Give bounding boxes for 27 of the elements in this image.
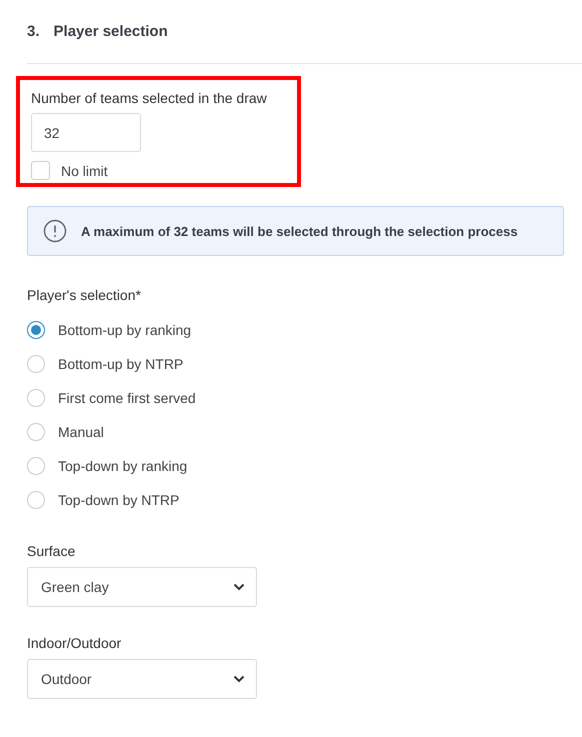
- radio-label: Manual: [58, 424, 104, 440]
- field-label: Surface: [27, 543, 76, 559]
- checkbox-label: No limit: [61, 162, 108, 178]
- radio-button[interactable]: [27, 355, 45, 373]
- dropdown[interactable]: Green clay: [27, 567, 257, 607]
- dropdown[interactable]: Outdoor: [27, 659, 257, 699]
- input-field[interactable]: 32: [31, 113, 141, 152]
- info-text: A maximum of 32 teams will be selected through the selection process: [81, 224, 518, 238]
- radio-button[interactable]: [27, 457, 45, 475]
- radio-button[interactable]: [27, 491, 45, 509]
- checkbox[interactable]: [31, 161, 50, 180]
- chevron-down-icon: [233, 583, 245, 591]
- radio-button[interactable]: [27, 321, 45, 339]
- radio-label: First come first served: [58, 390, 196, 406]
- field-label: Player's selection*: [27, 287, 142, 303]
- radio-button[interactable]: [27, 423, 45, 441]
- section-number: 3.: [27, 22, 40, 40]
- field-label: Indoor/Outdoor: [27, 635, 122, 651]
- radio-label: Top-down by ranking: [58, 458, 188, 474]
- radio-label: Top-down by NTRP: [58, 492, 180, 508]
- radio-button[interactable]: [27, 389, 45, 407]
- radio-label: Bottom-up by ranking: [58, 322, 192, 338]
- exclamation-icon: [43, 219, 67, 243]
- field-label: Number of teams selected in the draw: [31, 90, 267, 106]
- chevron-down-icon: [233, 675, 245, 683]
- section-title: Player selection: [54, 22, 168, 40]
- radio-label: Bottom-up by NTRP: [58, 356, 184, 372]
